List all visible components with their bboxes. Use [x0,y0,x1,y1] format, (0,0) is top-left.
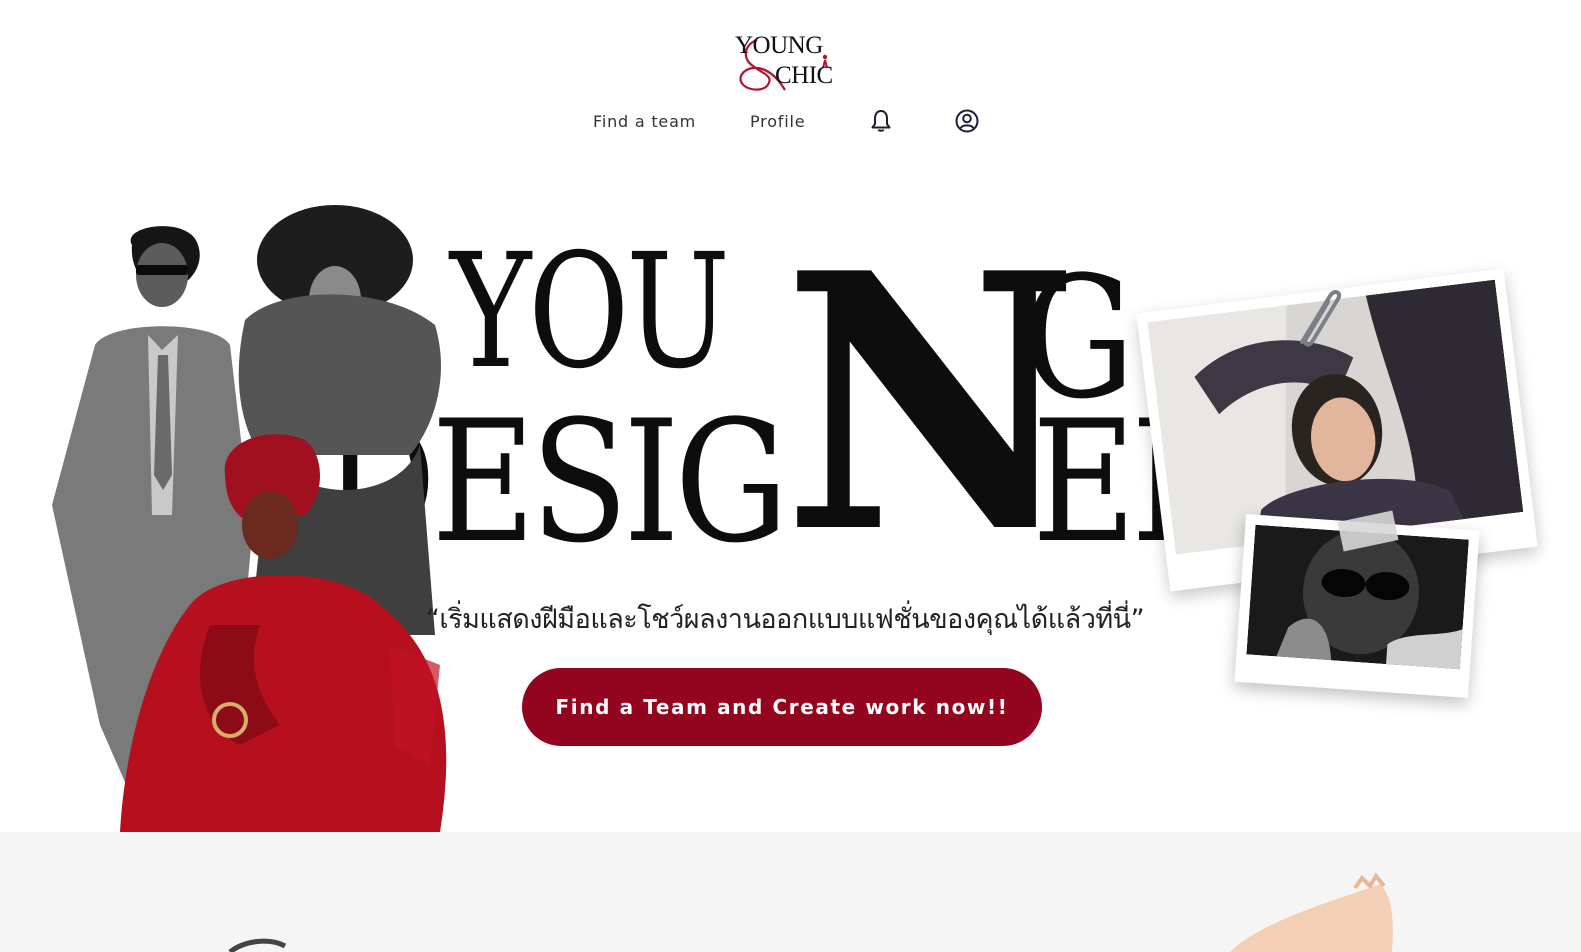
lower-decoration-image [228,872,1393,952]
brand-logo[interactable]: YOUNG CHIC [727,30,849,94]
bell-icon[interactable] [868,108,894,134]
paperclip-icon [1300,290,1341,347]
find-team-cta-button[interactable]: Find a Team and Create work now!! [522,668,1042,746]
logo-word-chic: CHIC [775,62,833,89]
hero-title-you: YOU [450,220,730,404]
hero-tagline: “เริ่มแสดงฝีมือและโชว์ผลงานออกแบบแฟชั่นข… [425,604,1145,635]
nav-find-team[interactable]: Find a team [593,112,696,131]
user-circle-icon[interactable] [954,108,980,134]
models-collage-image [52,205,447,832]
hero-title-n: N [783,197,1080,611]
hero-section: YOU G DESIG ER N “เริ่มแสดงฝีมือและโชว์ผ… [0,150,1581,832]
lower-section [0,832,1581,952]
logo-word-young: YOUNG [735,32,823,59]
nav-profile[interactable]: Profile [750,112,805,131]
